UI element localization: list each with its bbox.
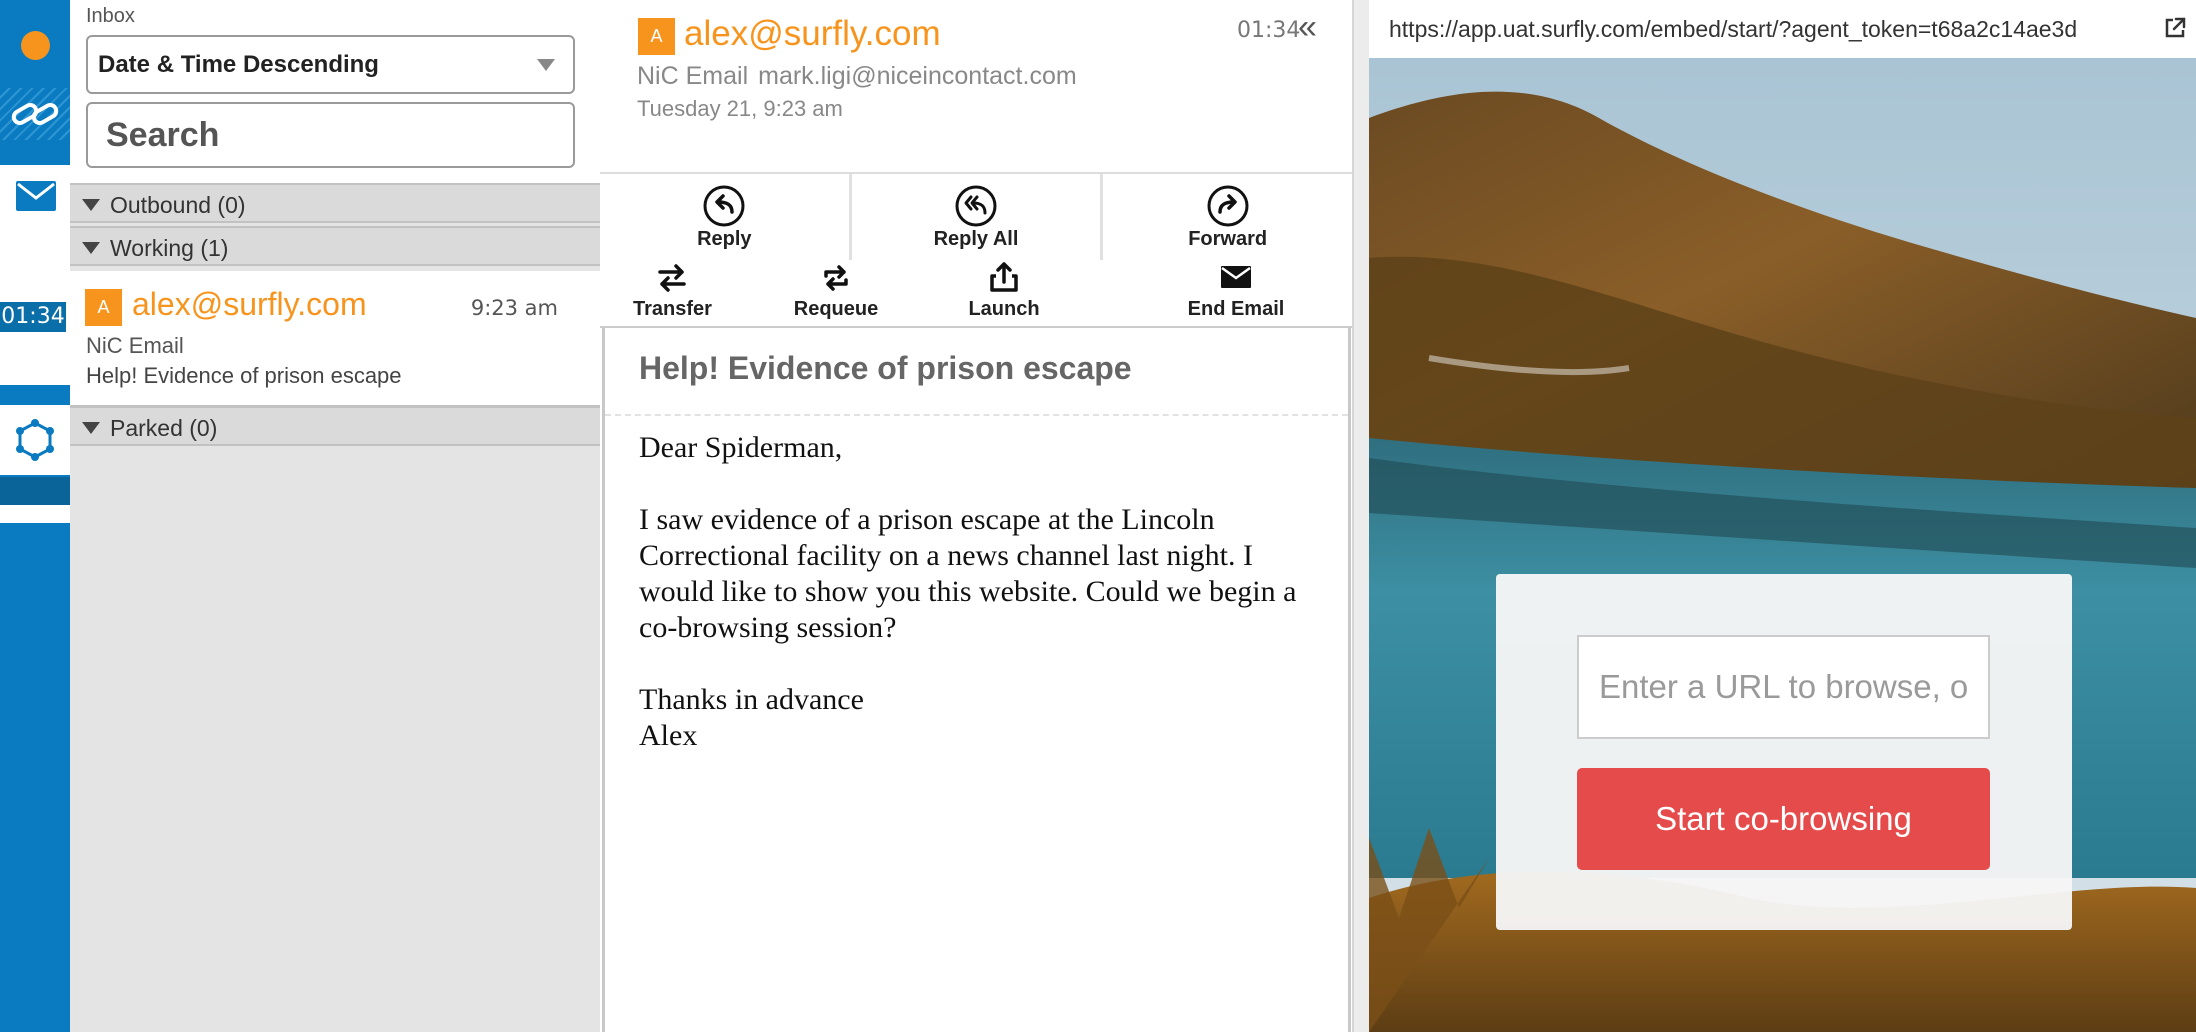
transfer-label: Transfer (633, 298, 712, 320)
reply-all-icon (955, 185, 997, 227)
end-email-button[interactable]: End Email (1130, 260, 1342, 326)
secondary-actions-row: Transfer Requeue Launch End Email (600, 260, 1352, 328)
item-subject: Help! Evidence of prison escape (86, 363, 402, 388)
collapse-triangle-icon (82, 199, 100, 211)
hub-indicator-base (0, 505, 70, 523)
item-time: 9:23 am (470, 296, 558, 320)
status-dot-icon[interactable] (21, 31, 50, 60)
sort-select-value: Date & Time Descending (98, 51, 379, 78)
group-parked[interactable]: Parked (0) (70, 406, 600, 446)
collapse-panel-icon[interactable]: « (1298, 10, 1317, 44)
subject-divider (605, 414, 1348, 416)
launch-button[interactable]: Launch (934, 260, 1074, 326)
group-label: Outbound (0) (110, 192, 246, 218)
email-channel: NiC Email (637, 62, 749, 90)
email-signature: Alex (639, 719, 698, 752)
envelope-icon (16, 181, 56, 211)
email-to-address: mark.ligi@niceincontact.com (758, 62, 1077, 90)
group-label: Working (1) (110, 235, 229, 261)
link-icon (11, 103, 59, 125)
requeue-label: Requeue (793, 298, 879, 320)
email-timer: 01:34 (1237, 18, 1301, 43)
item-channel: NiC Email (86, 333, 184, 358)
reply-icon (703, 185, 745, 227)
collapse-triangle-icon (82, 422, 100, 434)
group-outbound[interactable]: Outbound (0) (70, 183, 600, 223)
inbox-panel: Inbox Date & Time Descending Outbound (0… (70, 0, 600, 1032)
avatar: A (85, 289, 122, 326)
collapse-triangle-icon (82, 242, 100, 254)
item-sender: alex@surfly.com (132, 286, 367, 322)
launch-label: Launch (968, 298, 1040, 320)
group-working[interactable]: Working (1) (70, 226, 600, 266)
link-tile[interactable] (0, 88, 70, 140)
end-email-label: End Email (1187, 298, 1285, 320)
forward-icon (1207, 185, 1249, 227)
transfer-icon (658, 264, 686, 292)
transfer-button[interactable]: Transfer (600, 260, 745, 326)
rail-timer: 01:34 (0, 302, 66, 332)
hub-icon (16, 419, 54, 461)
reply-button[interactable]: Reply (600, 174, 852, 260)
reply-all-label: Reply All (933, 228, 1019, 250)
chevron-down-icon (537, 59, 555, 71)
panel-divider[interactable] (1352, 0, 1369, 1032)
launch-icon (990, 262, 1018, 292)
email-paragraph: I saw evidence of a prison escape at the… (639, 503, 1297, 644)
external-link-icon[interactable] (2163, 16, 2187, 40)
email-body: Dear Spiderman, I saw evidence of a pris… (639, 430, 1329, 754)
email-greeting: Dear Spiderman, (639, 431, 843, 464)
email-channel-tile[interactable] (0, 165, 70, 385)
primary-actions: Reply Reply All Forward (600, 172, 1352, 260)
group-label: Parked (0) (110, 415, 218, 441)
email-subject: Help! Evidence of prison escape (639, 350, 1132, 386)
email-channel-line: NiC Email mark.ligi@niceincontact.com (637, 62, 1077, 91)
envelope-icon (1221, 266, 1251, 288)
email-date: Tuesday 21, 9:23 am (637, 96, 843, 121)
hub-indicator (0, 477, 70, 505)
search-input[interactable] (86, 102, 575, 168)
email-detail-panel: A alex@surfly.com 01:34 « NiC Email mark.… (600, 0, 1352, 1032)
inbox-label: Inbox (86, 5, 135, 27)
inbox-item[interactable]: A alex@surfly.com 9:23 am NiC Email Help… (70, 271, 600, 407)
cobrowse-panel: https://app.uat.surfly.com/embed/start/?… (1369, 0, 2196, 1032)
start-cobrowsing-button[interactable]: Start co-browsing (1577, 768, 1990, 870)
cobrowse-card: Start co-browsing (1496, 574, 2072, 930)
reply-all-button[interactable]: Reply All (852, 174, 1104, 260)
forward-button[interactable]: Forward (1103, 174, 1352, 260)
url-bar: https://app.uat.surfly.com/embed/start/?… (1369, 0, 2196, 58)
url-text[interactable]: https://app.uat.surfly.com/embed/start/?… (1389, 16, 2149, 43)
email-sender: alex@surfly.com (684, 14, 941, 53)
reply-label: Reply (697, 228, 752, 250)
hub-tile[interactable] (0, 405, 70, 475)
left-rail: 01:34 (0, 0, 70, 1032)
email-closing: Thanks in advance (639, 683, 864, 716)
url-input[interactable] (1577, 635, 1990, 739)
requeue-button[interactable]: Requeue (756, 260, 916, 326)
sort-select[interactable]: Date & Time Descending (86, 35, 575, 94)
forward-label: Forward (1188, 228, 1268, 250)
inbox-header: Inbox Date & Time Descending (70, 0, 600, 183)
email-body-frame: Help! Evidence of prison escape Dear Spi… (602, 328, 1351, 1032)
avatar: A (638, 18, 675, 55)
requeue-icon (824, 265, 848, 291)
